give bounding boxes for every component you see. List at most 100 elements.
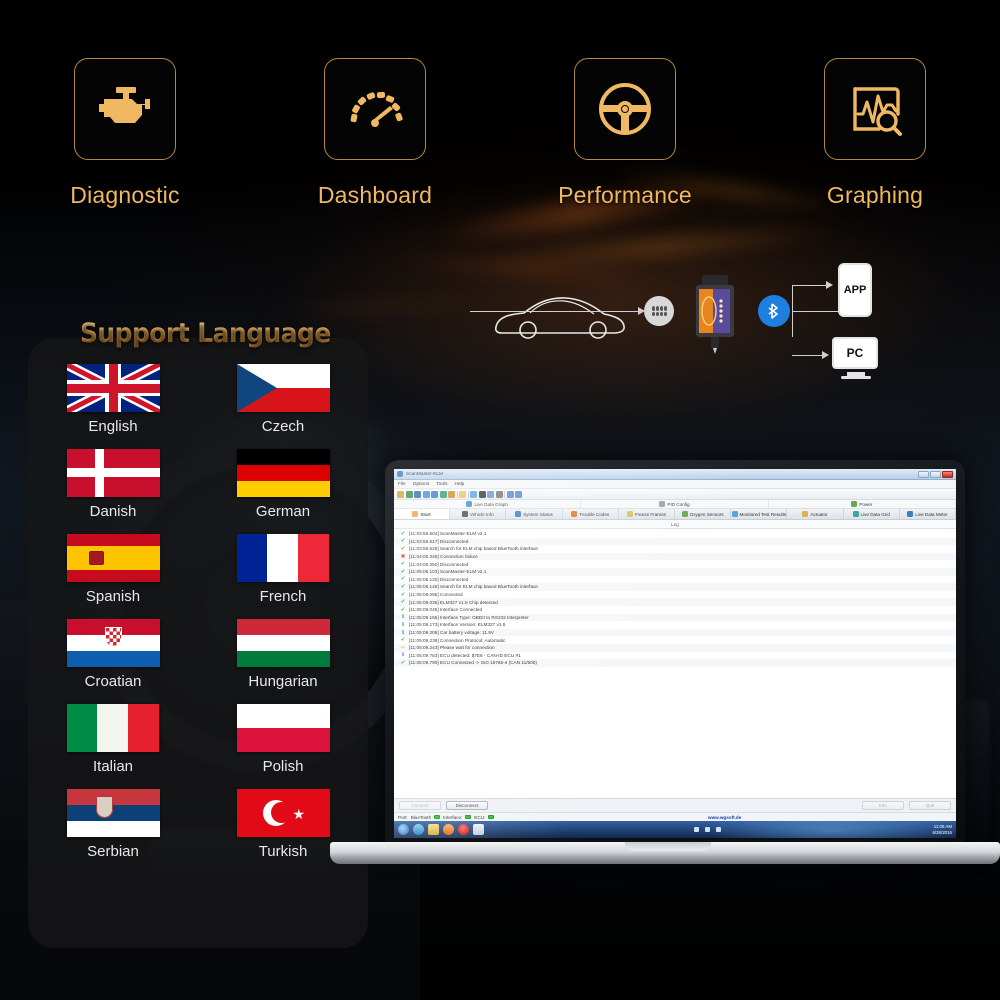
tab-icon <box>515 511 522 517</box>
menu-help[interactable]: Help <box>454 482 464 487</box>
scanmaster-taskbar-icon[interactable] <box>473 824 484 835</box>
log-text: [11:05:05.146] Search for ELM chip based… <box>409 584 538 590</box>
toolbar-sensor-icon[interactable] <box>448 490 455 498</box>
tab-system-status[interactable]: System Status <box>506 509 563 519</box>
tab-label: Vehicle Info <box>469 511 494 517</box>
menu-file[interactable]: File <box>398 482 406 487</box>
steering-wheel-icon <box>599 83 651 135</box>
tab-vehicle-info[interactable]: Vehicle Info <box>450 509 507 519</box>
log-row: ℹ [11:05:09.753] ECU detected: $7E8 - CAN… <box>394 652 956 660</box>
toolbar-device-icon[interactable] <box>487 490 494 498</box>
menu-options[interactable]: Options <box>413 482 430 487</box>
log-text: [11:03:55.528] Search for ELM chip based… <box>409 546 538 552</box>
language-item-spanish[interactable]: Spanish <box>28 534 198 605</box>
info-button[interactable]: Info <box>862 801 904 810</box>
maximize-button[interactable] <box>930 470 941 478</box>
tab-trouble-codes[interactable]: Trouble Codes <box>563 509 619 519</box>
flag-pl-icon <box>236 704 330 752</box>
language-item-serbian[interactable]: Serbian <box>28 789 198 860</box>
support-language-title: Support Language <box>80 318 331 349</box>
log-text: [11:05:05.120] Disconnected <box>409 576 469 582</box>
feature-diagnostic[interactable]: Diagnostic <box>15 58 235 209</box>
toolbar-globe-icon[interactable] <box>405 490 413 498</box>
toolbar-codes-icon[interactable] <box>431 490 438 498</box>
log-row: ✔ [11:05:09.238] Connection Protocol: Aut… <box>394 636 956 644</box>
log-text: [11:05:09.036] ELM327 v1.5 Chip detected <box>409 599 498 605</box>
tab-live-data-graph[interactable]: Live Data Graph <box>394 500 582 508</box>
language-item-english[interactable]: English <box>28 364 198 435</box>
toolbar-screen-icon[interactable] <box>478 490 486 498</box>
tray-network-icon[interactable] <box>715 827 721 832</box>
log-status-ok-icon: ✔ <box>400 538 406 545</box>
port-label: Port: <box>398 814 408 820</box>
tab-actuator[interactable]: Actuator <box>787 509 844 519</box>
toolbar-freeze-icon[interactable] <box>439 490 447 498</box>
toolbar-print-icon[interactable] <box>470 490 477 498</box>
flow-arrow-line-top <box>792 285 830 286</box>
flag-fr-icon <box>236 534 330 582</box>
explorer-icon[interactable] <box>428 824 439 835</box>
tab-monitored-test-results[interactable]: Monitored Test Results <box>731 509 788 519</box>
language-item-croatian[interactable]: Croatian <box>28 619 198 690</box>
quit-button[interactable]: Quit <box>909 801 951 810</box>
app-phone-device: APP <box>838 263 872 317</box>
tray-icon[interactable] <box>693 827 699 832</box>
start-button-icon[interactable] <box>398 824 409 835</box>
log-text: [11:05:08.095] Connected <box>409 592 463 598</box>
log-column-header: Log <box>394 520 956 529</box>
feature-icons-row: Diagnostic Dashboard Performance Graphin… <box>0 58 1000 233</box>
toolbar-down-icon[interactable] <box>506 490 514 498</box>
ie-icon[interactable] <box>413 824 424 835</box>
log-status-info-icon: ℹ <box>401 652 405 659</box>
minimize-button[interactable] <box>918 470 929 478</box>
log-status-info-icon: ℹ <box>401 629 405 636</box>
feature-graphing[interactable]: Graphing <box>765 58 985 209</box>
menu-tools[interactable]: Tools <box>436 482 447 487</box>
connect-button[interactable]: Connect <box>399 801 441 810</box>
tab-freeze-frames[interactable]: Freeze Frames <box>619 509 676 519</box>
tab-pid-config[interactable]: PID Config <box>581 500 769 508</box>
log-status-ok-icon: ✔ <box>400 561 406 568</box>
feature-icon-box <box>574 58 676 160</box>
tab-power[interactable]: Power <box>769 500 956 508</box>
feature-label: Performance <box>558 182 692 208</box>
log-status-ok-icon: ✔ <box>400 576 406 583</box>
feature-dashboard[interactable]: Dashboard <box>265 58 485 209</box>
feature-performance[interactable]: Performance <box>515 58 735 209</box>
tab-label: Trouble Codes <box>579 511 610 517</box>
log-text: [11:04:00.350] Disconnected <box>409 561 469 567</box>
language-label: Turkish <box>258 843 308 860</box>
log-row: ✔ [11:05:09.045] Interface Connected <box>394 606 956 614</box>
tab-live-data-meter[interactable]: Live Data Meter <box>900 509 956 519</box>
tab-oxygen-sensors[interactable]: Oxygen Sensors <box>675 509 732 519</box>
toolbar-settings-icon[interactable] <box>495 490 503 498</box>
log-row: ✖ [11:04:00.345] Connection failure <box>394 552 956 561</box>
toolbar-vehicle-icon[interactable] <box>414 490 421 498</box>
toolbar-open-icon[interactable] <box>459 490 466 498</box>
feature-icon-box <box>74 58 176 160</box>
close-button[interactable] <box>942 470 953 478</box>
media-player-icon[interactable] <box>443 824 454 835</box>
toolbar-separator <box>467 490 469 498</box>
tab-live-data-grid[interactable]: Live Data Grid <box>844 509 900 519</box>
log-row: ✔ [11:05:05.120] Disconnected <box>394 576 956 584</box>
toolbar-status-icon[interactable] <box>422 490 430 498</box>
taskbar-clock[interactable]: 11:06 AM 6/28/2016 <box>932 824 952 835</box>
opera-icon[interactable] <box>458 824 469 835</box>
flow-arrow-head <box>822 351 829 359</box>
tab-label: Freeze Frames <box>634 511 666 517</box>
language-item-italian[interactable]: Italian <box>28 704 198 775</box>
toolbar-up-icon[interactable] <box>515 490 522 498</box>
language-label: Danish <box>89 503 137 520</box>
tray-volume-icon[interactable] <box>704 827 710 832</box>
language-item-czech[interactable]: Czech <box>198 364 368 435</box>
disconnect-button[interactable]: Disconnect <box>446 801 488 810</box>
interface-label: Interface: <box>443 814 463 820</box>
language-item-danish[interactable]: Danish <box>28 449 198 520</box>
tab-start[interactable]: Start <box>394 509 451 519</box>
website-link[interactable]: www.wgsoft.de <box>708 815 741 820</box>
log-row: ✔ [11:05:09.790] ECU Connected -> ISO 157… <box>394 659 956 667</box>
log-text: [11:05:09.045] Interface Connected <box>409 607 483 613</box>
elm327-adapter <box>696 275 734 354</box>
toolbar-connect-icon[interactable] <box>397 490 404 498</box>
